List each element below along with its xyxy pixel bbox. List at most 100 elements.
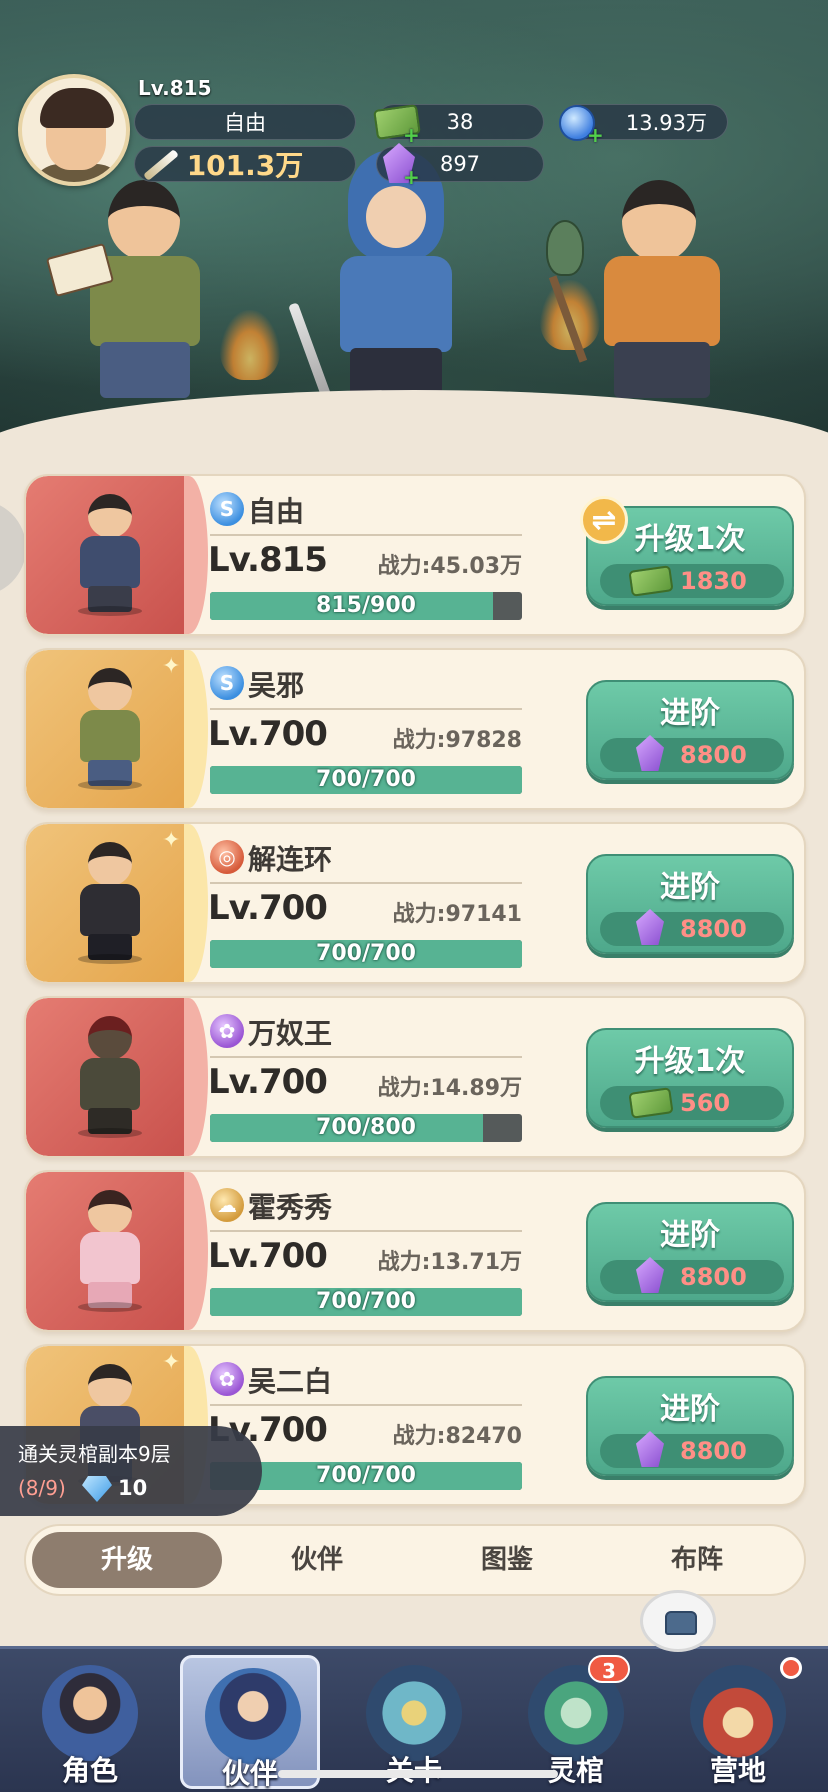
- quest-progress: (8/9): [18, 1476, 66, 1500]
- hero-progress-text: 700/800: [316, 1115, 416, 1140]
- cash-value: 38: [446, 110, 474, 134]
- fire-icon: ◎: [210, 840, 244, 874]
- cost-value: 8800: [680, 741, 747, 769]
- advance-button[interactable]: 进阶 8800: [586, 1376, 794, 1476]
- tab-upgrade[interactable]: 升级: [32, 1532, 222, 1588]
- quest-tracker[interactable]: 通关灵棺副本9层 (8/9) 10: [0, 1426, 262, 1516]
- currency-crystal[interactable]: + 897: [376, 143, 544, 189]
- upgrade-button[interactable]: 升级1次 560: [586, 1028, 794, 1128]
- hero-name: 自由: [248, 495, 305, 528]
- nav-character[interactable]: 角色: [20, 1655, 160, 1789]
- camp-icon: [690, 1665, 786, 1761]
- hero-level: Lv.815: [208, 540, 328, 580]
- hero-progress-text: 700/700: [316, 1289, 416, 1314]
- crystal-value: 897: [439, 152, 481, 176]
- upgrade-button-label: 升级1次: [634, 1044, 746, 1079]
- sword-icon: [143, 149, 179, 181]
- hero-card[interactable]: ☁ 霍秀秀 Lv.700 战力:13.71万 700/700 进阶 8800: [24, 1170, 806, 1332]
- player-avatar[interactable]: [18, 74, 130, 186]
- crystal-icon: [636, 735, 664, 771]
- swap-icon[interactable]: ⇌: [580, 496, 628, 544]
- lotus-icon: ✿: [210, 1014, 244, 1048]
- sub-tab-bar: 升级 伙伴 图鉴 布阵: [24, 1524, 806, 1596]
- battle-scene: [0, 0, 828, 450]
- earth-icon: ☁: [210, 1188, 244, 1222]
- water-icon: S: [210, 666, 244, 700]
- advance-button[interactable]: 进阶 8800: [586, 854, 794, 954]
- advance-button-label: 进阶: [660, 1392, 720, 1427]
- hero-power: 战力:45.03万: [377, 554, 522, 579]
- hero-portrait[interactable]: [26, 1172, 184, 1330]
- diamond-icon: [82, 1476, 112, 1502]
- plus-icon: +: [587, 123, 604, 147]
- advance-button-label: 进阶: [660, 696, 720, 731]
- hero-portrait[interactable]: [26, 650, 184, 808]
- hero-level: Lv.700: [208, 1236, 328, 1276]
- hero-card[interactable]: ✿ 万奴王 Lv.700 战力:14.89万 700/800 升级1次 560: [24, 996, 806, 1158]
- water-icon: S: [210, 492, 244, 526]
- hero-power: 战力:13.71万: [377, 1250, 522, 1275]
- hero-power: 战力:14.89万: [377, 1076, 522, 1101]
- player-power: 101.3万: [134, 146, 356, 182]
- hero-portrait[interactable]: [26, 998, 184, 1156]
- player-name[interactable]: 自由: [134, 104, 356, 140]
- scene-hero-center: [288, 140, 490, 430]
- hero-card[interactable]: S 自由 Lv.815 战力:45.03万 815/900 升级1次 1830 …: [24, 474, 806, 636]
- cash-icon: [628, 565, 674, 597]
- hero-power: 战力:97141: [392, 902, 522, 927]
- hero-name: 霍秀秀: [248, 1191, 333, 1224]
- advance-button-label: 进阶: [660, 1218, 720, 1253]
- hero-level: Lv.700: [208, 888, 328, 928]
- nav-label: 营地: [709, 1754, 766, 1787]
- player-level: Lv.815: [138, 76, 212, 100]
- advance-button-label: 进阶: [660, 870, 720, 905]
- hero-progress-bar: 700/700: [210, 766, 522, 794]
- nav-stage[interactable]: 关卡: [344, 1655, 484, 1789]
- player-power-text: 101.3万: [186, 149, 304, 182]
- hero-power: 战力:82470: [392, 1424, 522, 1449]
- hero-progress-text: 700/700: [316, 941, 416, 966]
- hero-name: 万奴王: [248, 1017, 333, 1050]
- cash-icon: [628, 1087, 674, 1119]
- sparkle-icon: ✦: [162, 1350, 181, 1375]
- character-icon: [42, 1665, 138, 1761]
- hero-card[interactable]: ✦ ◎ 解连环 Lv.700 战力:97141 700/700 进阶 8800: [24, 822, 806, 984]
- quest-reward: 10: [118, 1476, 148, 1500]
- hero-progress-bar: 815/900: [210, 592, 522, 620]
- cost-value: 8800: [680, 1437, 747, 1465]
- hero-portrait[interactable]: [26, 476, 184, 634]
- side-drawer-handle[interactable]: [0, 500, 26, 596]
- player-name-text: 自由: [224, 111, 266, 135]
- sparkle-icon: ✦: [162, 828, 181, 853]
- hero-progress-bar: 700/700: [210, 940, 522, 968]
- advance-button[interactable]: 进阶 8800: [586, 1202, 794, 1302]
- tab-partner[interactable]: 伙伴: [222, 1532, 412, 1588]
- hero-name: 吴邪: [248, 669, 305, 702]
- nav-label: 灵棺: [547, 1754, 604, 1787]
- nav-label: 关卡: [344, 1749, 484, 1789]
- chest-bubble[interactable]: [640, 1590, 716, 1652]
- nav-camp[interactable]: 营地: [668, 1655, 808, 1789]
- hero-card[interactable]: ✦ S 吴邪 Lv.700 战力:97828 700/700 进阶 8800: [24, 648, 806, 810]
- tab-codex[interactable]: 图鉴: [412, 1532, 602, 1588]
- currency-cash[interactable]: + 38: [373, 104, 544, 145]
- hero-power: 战力:97828: [392, 728, 522, 753]
- scene-hero-left: [45, 170, 230, 410]
- plus-icon: +: [403, 165, 420, 189]
- advance-button[interactable]: 进阶 8800: [586, 680, 794, 780]
- hero-name: 解连环: [248, 843, 333, 876]
- hero-level: Lv.700: [208, 714, 328, 754]
- nav-coffin[interactable]: 3 灵棺: [506, 1655, 646, 1789]
- hero-progress-text: 700/700: [316, 767, 416, 792]
- cost-value: 8800: [680, 915, 747, 943]
- nav-label: 角色: [61, 1754, 118, 1787]
- nav-partner[interactable]: 伙伴: [180, 1655, 320, 1790]
- hero-portrait[interactable]: [26, 824, 184, 982]
- tab-formation[interactable]: 布阵: [602, 1532, 792, 1588]
- quest-title: 通关灵棺副本9层: [18, 1442, 171, 1466]
- crystal-icon: [636, 909, 664, 945]
- currency-gem[interactable]: + 13.93万: [559, 104, 728, 147]
- hero-level: Lv.700: [208, 1062, 328, 1102]
- partner-icon: [205, 1668, 301, 1764]
- cost-value: 8800: [680, 1263, 747, 1291]
